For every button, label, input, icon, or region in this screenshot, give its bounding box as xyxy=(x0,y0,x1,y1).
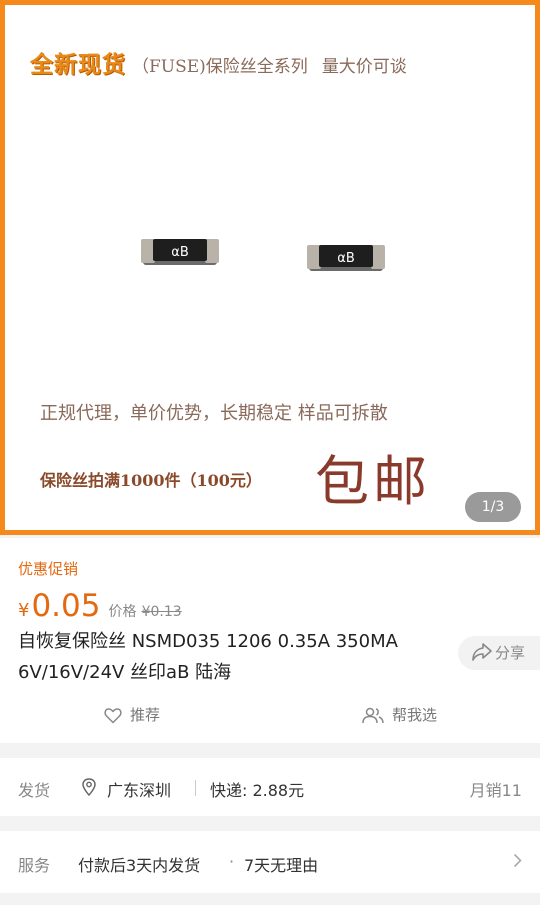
location-pin-icon xyxy=(82,778,96,796)
original-price-label: 价格 xyxy=(108,604,137,620)
help-choose-label: 帮我选 xyxy=(392,706,438,724)
fuse-chip-image: αB xyxy=(141,239,219,265)
service-item-return-policy: 7天无理由 xyxy=(244,856,319,875)
product-title: 自恢复保险丝 NSMD035 1206 0.35A 350MA 6V/16V/2… xyxy=(18,631,398,683)
share-label: 分享 xyxy=(495,644,526,662)
share-icon xyxy=(472,643,492,661)
hero-headline-right: 量大价可谈 xyxy=(321,57,407,77)
image-page-indicator: 1/3 xyxy=(465,492,521,522)
currency-symbol: ¥ xyxy=(18,600,30,621)
service-row[interactable]: 服务 付款后3天内发货 · 7天无理由 xyxy=(0,831,540,893)
hero-free-shipping-text: 包邮 xyxy=(315,450,431,513)
shipping-label: 发货 xyxy=(18,781,51,800)
hero-headline-bold: 全新现货 xyxy=(30,52,126,78)
product-info-card: 优惠促销 ¥0.05 价格 ¥0.13 自恢复保险丝 NSMD035 1206 0… xyxy=(0,538,540,743)
people-icon xyxy=(362,707,384,724)
hero-headline: 全新现货 （FUSE)保险丝全系列 量大价可谈 xyxy=(30,45,407,79)
service-item-shipping-time: 付款后3天内发货 xyxy=(78,856,201,875)
sale-price: 0.05 xyxy=(31,588,101,624)
hero-headline-rest: （FUSE)保险丝全系列 xyxy=(132,57,308,77)
promo-label: 优惠促销 xyxy=(18,560,79,578)
svg-text:αB: αB xyxy=(171,245,189,260)
shipping-row[interactable]: 发货 广东深圳 快递: 2.88元 月销11 xyxy=(0,758,540,816)
recommend-button[interactable]: 推荐 xyxy=(104,704,160,725)
ship-from-location: 广东深圳 xyxy=(107,781,172,800)
divider xyxy=(195,780,196,796)
recommend-label: 推荐 xyxy=(130,706,161,724)
hero-tagline: 正规代理，单价优势，长期稳定 样品可拆散 xyxy=(40,403,388,424)
original-price: ¥0.13 xyxy=(141,604,182,620)
price-row: ¥0.05 价格 ¥0.13 xyxy=(18,588,182,624)
express-fee: 快递: 2.88元 xyxy=(210,781,305,800)
chevron-right-icon xyxy=(513,853,522,868)
service-separator: · xyxy=(229,852,235,871)
product-image-carousel[interactable]: 全新现货 （FUSE)保险丝全系列 量大价可谈 αB αB 正规代理，单价优势，长期… xyxy=(0,0,540,535)
svg-text:αB: αB xyxy=(337,251,355,266)
help-choose-button[interactable]: 帮我选 xyxy=(362,704,437,725)
hero-free-shipping-condition: 保险丝拍满1000件（100元） xyxy=(40,471,262,490)
monthly-sales: 月销11 xyxy=(469,781,522,800)
fuse-chip-image: αB xyxy=(307,245,385,271)
heart-icon xyxy=(104,708,122,724)
share-button[interactable]: 分享 xyxy=(458,636,540,670)
service-label: 服务 xyxy=(18,856,51,875)
